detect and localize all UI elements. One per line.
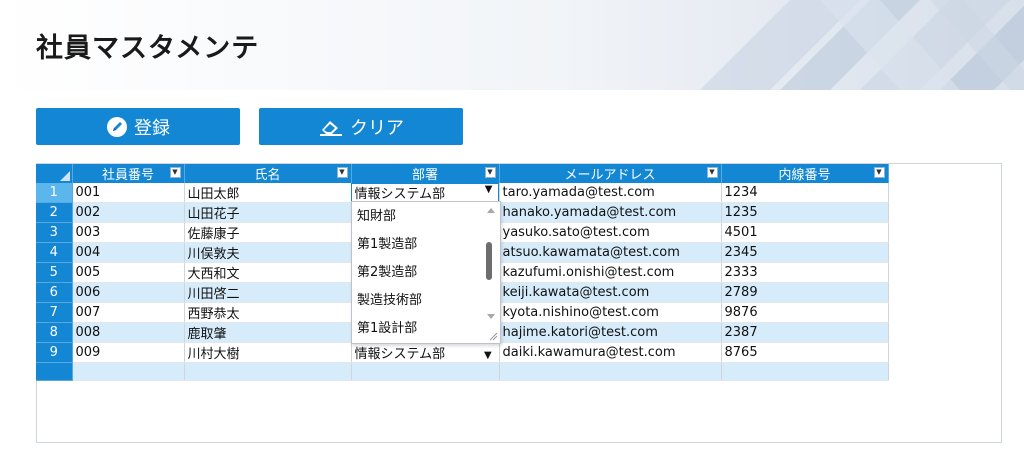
column-header-label: 内線番号 <box>778 168 831 183</box>
cell-name[interactable]: 川田啓二 <box>184 282 352 303</box>
cell-department-value: 情報システム部 <box>354 187 446 202</box>
row-number[interactable]: 2 <box>36 202 73 223</box>
column-header-name[interactable]: 氏名 ▼ <box>184 164 352 183</box>
dropdown-option[interactable]: 第1設計部 <box>357 317 417 336</box>
cell-email[interactable]: kazufumi.onishi@test.com <box>499 262 722 283</box>
row-number[interactable]: 6 <box>36 282 73 303</box>
row-number[interactable]: 4 <box>36 242 73 263</box>
cell-employee-id-new[interactable] <box>72 362 185 381</box>
filter-dropdown-icon[interactable]: ▼ <box>169 167 181 178</box>
page-title: 社員マスタメンテ <box>36 33 260 64</box>
cell-employee-id[interactable]: 007 <box>72 302 185 323</box>
cell-name[interactable]: 山田花子 <box>184 202 352 223</box>
cell-name[interactable]: 鹿取肇 <box>184 322 352 343</box>
select-all-corner[interactable] <box>36 164 73 183</box>
header-row: 社員番号 ▼ 氏名 ▼ 部署 ▼ メールアドレス ▼ 内線番号 ▼ <box>36 164 889 183</box>
eraser-icon <box>318 117 344 137</box>
cell-extension[interactable]: 2333 <box>721 262 889 283</box>
cell-employee-id[interactable]: 002 <box>72 202 185 223</box>
row-number[interactable]: 8 <box>36 322 73 343</box>
table-row: 1 001 山田太郎 情報システム部 ▼ taro.yamada@test.com… <box>36 183 889 203</box>
register-button-label: 登録 <box>134 117 170 139</box>
pencil-icon <box>106 116 128 138</box>
cell-email-new[interactable] <box>499 362 722 381</box>
clear-button-label: クリア <box>350 117 404 139</box>
department-dropdown-list[interactable]: 知財部 第1製造部 第2製造部 製造技術部 第1設計部 <box>351 201 501 344</box>
cell-name-new[interactable] <box>184 362 352 381</box>
cell-name[interactable]: 川俣敦夫 <box>184 242 352 263</box>
column-header-label: 部署 <box>411 168 438 183</box>
cell-extension[interactable]: 1235 <box>721 202 889 223</box>
column-header-email[interactable]: メールアドレス ▼ <box>499 164 722 183</box>
cell-extension[interactable]: 9876 <box>721 302 889 323</box>
cell-name[interactable]: 大西和文 <box>184 262 352 283</box>
cell-email[interactable]: hanako.yamada@test.com <box>499 202 722 223</box>
cell-email[interactable]: atsuo.kawamata@test.com <box>499 242 722 263</box>
cell-department-editing[interactable]: 情報システム部 ▼ <box>351 183 500 203</box>
cell-email[interactable]: taro.yamada@test.com <box>499 183 722 203</box>
cell-extension[interactable]: 2345 <box>721 242 889 263</box>
cell-email[interactable]: daiki.kawamura@test.com <box>499 342 722 363</box>
column-header-label: 社員番号 <box>101 168 154 183</box>
cell-department-new[interactable] <box>351 362 500 381</box>
dropdown-option[interactable]: 第1製造部 <box>357 233 417 252</box>
cell-name[interactable]: 佐藤康子 <box>184 222 352 243</box>
row-number[interactable]: 5 <box>36 262 73 283</box>
dropdown-option[interactable]: 第2製造部 <box>357 261 417 280</box>
filter-dropdown-icon[interactable]: ▼ <box>336 167 348 178</box>
cell-extension[interactable]: 2387 <box>721 322 889 343</box>
clear-button[interactable]: クリア <box>259 108 463 145</box>
filter-dropdown-icon[interactable]: ▼ <box>873 167 885 178</box>
cell-email[interactable]: yasuko.sato@test.com <box>499 222 722 243</box>
table-row: 9 009 川村大樹 情報システム部 daiki.kawamura@test.c… <box>36 342 889 363</box>
row-number[interactable]: 7 <box>36 302 73 323</box>
scroll-down-icon[interactable] <box>487 314 495 319</box>
cell-employee-id[interactable]: 006 <box>72 282 185 303</box>
resize-grip-icon[interactable] <box>488 331 498 341</box>
cell-extension[interactable]: 1234 <box>721 183 889 203</box>
scroll-up-icon[interactable] <box>487 208 495 213</box>
cell-name[interactable]: 西野恭太 <box>184 302 352 323</box>
cell-employee-id[interactable]: 001 <box>72 183 185 203</box>
column-header-employee-id[interactable]: 社員番号 ▼ <box>72 164 185 183</box>
column-header-label: メールアドレス <box>564 168 656 183</box>
row-number[interactable]: 9 <box>36 342 73 363</box>
cell-extension[interactable]: 2789 <box>721 282 889 303</box>
cell-employee-id[interactable]: 008 <box>72 322 185 343</box>
cell-email[interactable]: hajime.katori@test.com <box>499 322 722 343</box>
filter-dropdown-icon[interactable]: ▼ <box>484 167 496 178</box>
register-button[interactable]: 登録 <box>36 108 240 145</box>
filter-dropdown-icon[interactable]: ▼ <box>706 167 718 178</box>
cell-name[interactable]: 山田太郎 <box>184 183 352 203</box>
cell-employee-id[interactable]: 005 <box>72 262 185 283</box>
dropdown-option[interactable]: 知財部 <box>357 205 396 224</box>
dropdown-arrow-icon[interactable]: ▼ <box>484 350 492 361</box>
cell-email[interactable]: keiji.kawata@test.com <box>499 282 722 303</box>
cell-extension[interactable]: 8765 <box>721 342 889 363</box>
cell-department[interactable]: 情報システム部 <box>351 342 500 363</box>
dropdown-option[interactable]: 製造技術部 <box>357 289 422 308</box>
scrollbar-thumb[interactable] <box>486 242 492 280</box>
cell-employee-id[interactable]: 003 <box>72 222 185 243</box>
column-header-department[interactable]: 部署 ▼ <box>351 164 500 183</box>
new-row <box>36 362 889 381</box>
cell-employee-id[interactable]: 009 <box>72 342 185 363</box>
cell-name[interactable]: 川村大樹 <box>184 342 352 363</box>
row-number-new[interactable] <box>36 362 73 381</box>
column-header-extension[interactable]: 内線番号 ▼ <box>721 164 889 183</box>
cell-email[interactable]: kyota.nishino@test.com <box>499 302 722 323</box>
row-number[interactable]: 1 <box>36 183 73 203</box>
cell-employee-id[interactable]: 004 <box>72 242 185 263</box>
cell-extension-new[interactable] <box>721 362 889 381</box>
dropdown-arrow-icon[interactable]: ▼ <box>485 184 493 195</box>
row-number[interactable]: 3 <box>36 222 73 243</box>
page-header: 社員マスタメンテ <box>0 0 1024 90</box>
cell-extension[interactable]: 4501 <box>721 222 889 243</box>
column-header-label: 氏名 <box>254 168 281 183</box>
